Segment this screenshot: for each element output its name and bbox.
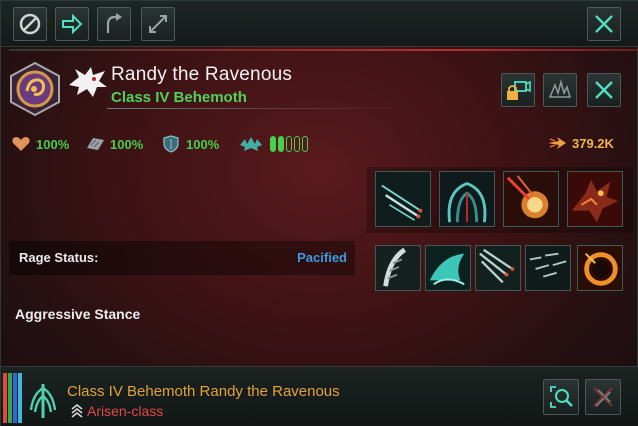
locate-magnifier-icon	[550, 386, 573, 408]
ability-slot[interactable]	[375, 245, 421, 291]
tentacle-maw-icon	[440, 172, 494, 226]
empire-color-stripes	[1, 373, 25, 423]
hull-stat: 100%	[11, 135, 69, 153]
armor-stat: 100%	[85, 135, 143, 153]
ability-slot[interactable]	[439, 171, 495, 227]
return-button[interactable]	[97, 7, 131, 41]
rage-status-label: Rage Status:	[19, 250, 99, 265]
spiked-claw-icon	[376, 246, 420, 290]
follow-camera-button[interactable]	[501, 73, 535, 107]
swarm-fighters-icon	[526, 246, 570, 290]
energy-burst-icon	[504, 172, 558, 226]
selection-title: Class IV Behemoth Randy the Ravenous	[67, 383, 340, 400]
resize-icon	[149, 15, 167, 33]
expand-button[interactable]	[141, 7, 175, 41]
cancel-order-button[interactable]	[13, 7, 47, 41]
fleet-power-value: 379.2K	[572, 135, 614, 151]
color-stripe	[3, 373, 7, 423]
ability-slot[interactable]	[375, 171, 431, 227]
entity-name: Randy the Ravenous	[111, 64, 293, 85]
rank-chevrons-icon	[71, 404, 83, 418]
shield-icon	[163, 135, 179, 153]
fleet-power-icon	[548, 137, 566, 149]
camera-lock-icon	[507, 80, 531, 100]
zoom-to-selection-button[interactable]	[543, 379, 579, 415]
name-underline	[107, 108, 407, 109]
armor-plate-icon	[87, 138, 104, 150]
close-icon	[595, 15, 613, 33]
color-stripe	[13, 373, 17, 423]
behemoth-portrait-icon	[568, 172, 622, 226]
behemoth-head-icon	[69, 67, 107, 97]
color-stripe	[8, 373, 12, 423]
ability-slot[interactable]	[567, 171, 623, 227]
rage-status-value: Pacified	[297, 250, 347, 265]
selection-subtitle-row: Arisen-class	[71, 403, 163, 419]
return-arrow-icon	[106, 13, 122, 33]
behemoth-class-icon	[29, 384, 57, 418]
color-stripe	[18, 373, 22, 423]
top-toolbar	[1, 1, 638, 47]
rage-meter	[239, 135, 308, 153]
empire-emblem-icon	[10, 61, 60, 117]
rage-pip	[302, 136, 308, 152]
disband-cross-icon	[593, 387, 613, 407]
ability-slot[interactable]	[503, 171, 559, 227]
close-window-button[interactable]	[587, 7, 621, 41]
hull-value: 100%	[36, 136, 70, 152]
crystal-wave-icon	[426, 246, 470, 290]
heart-icon	[12, 137, 30, 151]
ability-slot[interactable]	[475, 245, 521, 291]
header-divider	[9, 49, 638, 51]
behemoth-rage-icon	[240, 137, 262, 151]
rage-pip	[278, 136, 284, 152]
selection-subtitle: Arisen-class	[87, 403, 164, 419]
rage-status-row: Rage Status: Pacified	[9, 241, 355, 275]
move-button[interactable]	[55, 7, 89, 41]
deselect-button[interactable]	[587, 73, 621, 107]
armor-value: 100%	[110, 136, 144, 152]
rage-pip	[294, 136, 300, 152]
ban-icon	[19, 13, 41, 35]
ability-slot[interactable]	[425, 245, 471, 291]
fleet-manager-button[interactable]	[543, 73, 577, 107]
rage-pip	[270, 136, 276, 152]
fleet-power: 379.2K	[547, 135, 614, 151]
shield-stat: 100%	[161, 135, 219, 153]
shield-value: 100%	[186, 136, 220, 152]
disband-button[interactable]	[585, 379, 621, 415]
behemoth-panel: Randy the Ravenous Class IV Behemoth 100…	[0, 0, 638, 426]
rage-pip	[286, 136, 292, 152]
ability-slot[interactable]	[577, 245, 623, 291]
entity-class: Class IV Behemoth	[111, 89, 247, 106]
torpedo-salvo-icon	[476, 246, 520, 290]
move-arrow-icon	[62, 13, 83, 35]
missile-barrage-icon	[376, 172, 430, 226]
stance-label: Aggressive Stance	[15, 306, 141, 322]
rage-pips	[270, 136, 308, 152]
ability-slot[interactable]	[525, 245, 571, 291]
close-icon	[595, 81, 613, 99]
fire-ring-icon	[578, 246, 622, 290]
fleet-silhouette-icon	[548, 78, 572, 98]
